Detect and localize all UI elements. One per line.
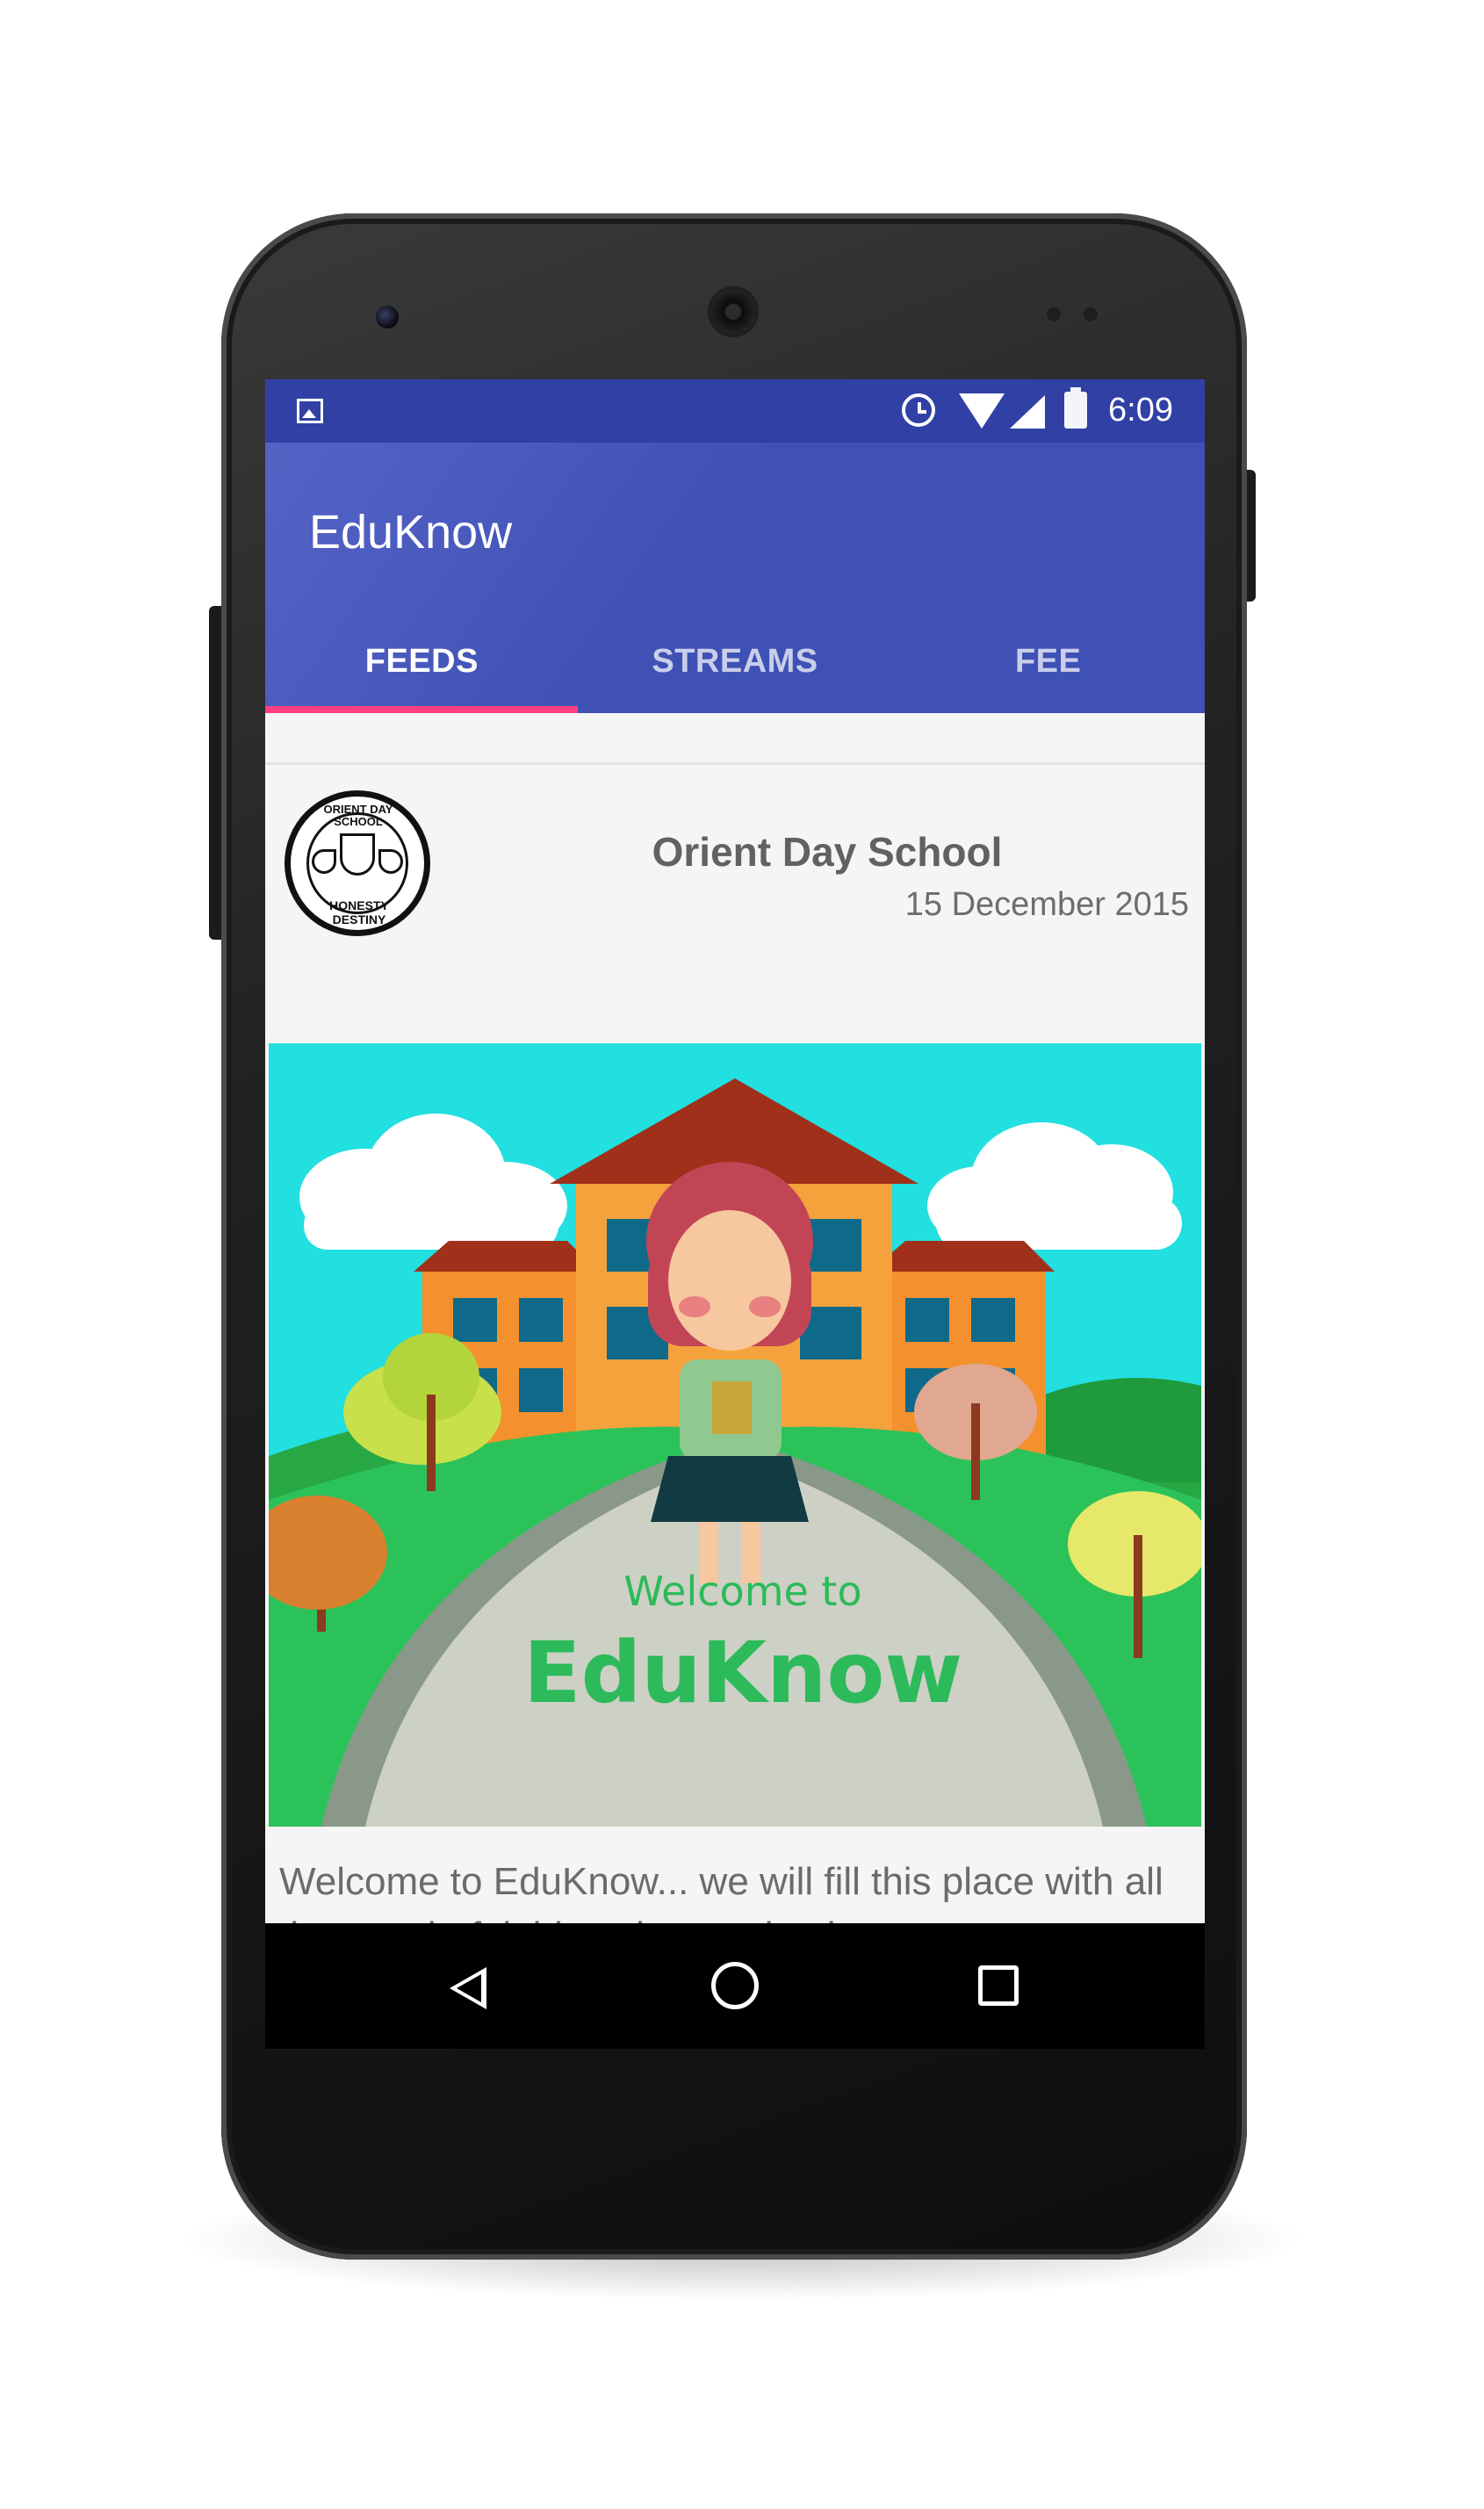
alarm-icon: [902, 393, 935, 427]
tab-fee[interactable]: FEE: [891, 609, 1205, 713]
post-header[interactable]: ORIENT DAY SCHOOL HONESTY DESTINY Orient…: [265, 766, 1205, 977]
divider: [265, 762, 1205, 765]
feed-list[interactable]: ORIENT DAY SCHOOL HONESTY DESTINY Orient…: [265, 713, 1205, 2049]
status-time: 6:09: [1108, 392, 1173, 429]
post-image[interactable]: Welcome to EduKnow: [269, 1043, 1201, 1827]
proximity-sensor: [1047, 307, 1061, 321]
back-icon[interactable]: [450, 1967, 486, 2009]
image-caption-large: EduKnow: [523, 1624, 962, 1722]
image-caption-small: Welcome to: [623, 1568, 861, 1615]
app-title: EduKnow: [309, 506, 513, 559]
home-icon[interactable]: [711, 1962, 759, 2009]
tab-bar: FEEDS STREAMS FEE: [265, 609, 1205, 713]
post-date: 15 December 2015: [904, 886, 1189, 923]
tab-streams[interactable]: STREAMS: [579, 609, 892, 713]
light-sensor: [1084, 307, 1098, 321]
logo-shield: [340, 833, 375, 876]
logo-bottom-text: HONESTY DESTINY: [329, 898, 389, 926]
tab-feeds[interactable]: FEEDS: [265, 609, 579, 713]
tab-indicator: [265, 706, 578, 713]
earpiece-speaker: [708, 286, 759, 337]
battery-icon: [1064, 387, 1087, 429]
school-logo: ORIENT DAY SCHOOL HONESTY DESTINY: [285, 790, 430, 936]
image-notification-icon: [297, 399, 323, 423]
app-bar: EduKnow FEEDS STREAMS FEE: [265, 443, 1205, 713]
wifi-icon: [959, 393, 1005, 429]
recent-apps-icon[interactable]: [978, 1965, 1019, 2006]
logo-wing-left: [312, 849, 336, 874]
front-camera: [376, 306, 399, 328]
logo-top-text: ORIENT DAY SCHOOL: [323, 803, 393, 828]
volume-button: [209, 606, 221, 940]
post-author: Orient Day School: [652, 829, 1003, 875]
logo-wing-right: [378, 849, 403, 874]
phone-screen: 6:09 EduKnow FEEDS STREAMS FEE ORIENT DA…: [265, 379, 1205, 2049]
welcome-illustration: Welcome to EduKnow: [269, 1043, 1201, 1827]
cell-signal-icon: [1010, 395, 1045, 429]
status-bar: 6:09: [265, 379, 1205, 443]
navigation-bar: [265, 1923, 1205, 2049]
